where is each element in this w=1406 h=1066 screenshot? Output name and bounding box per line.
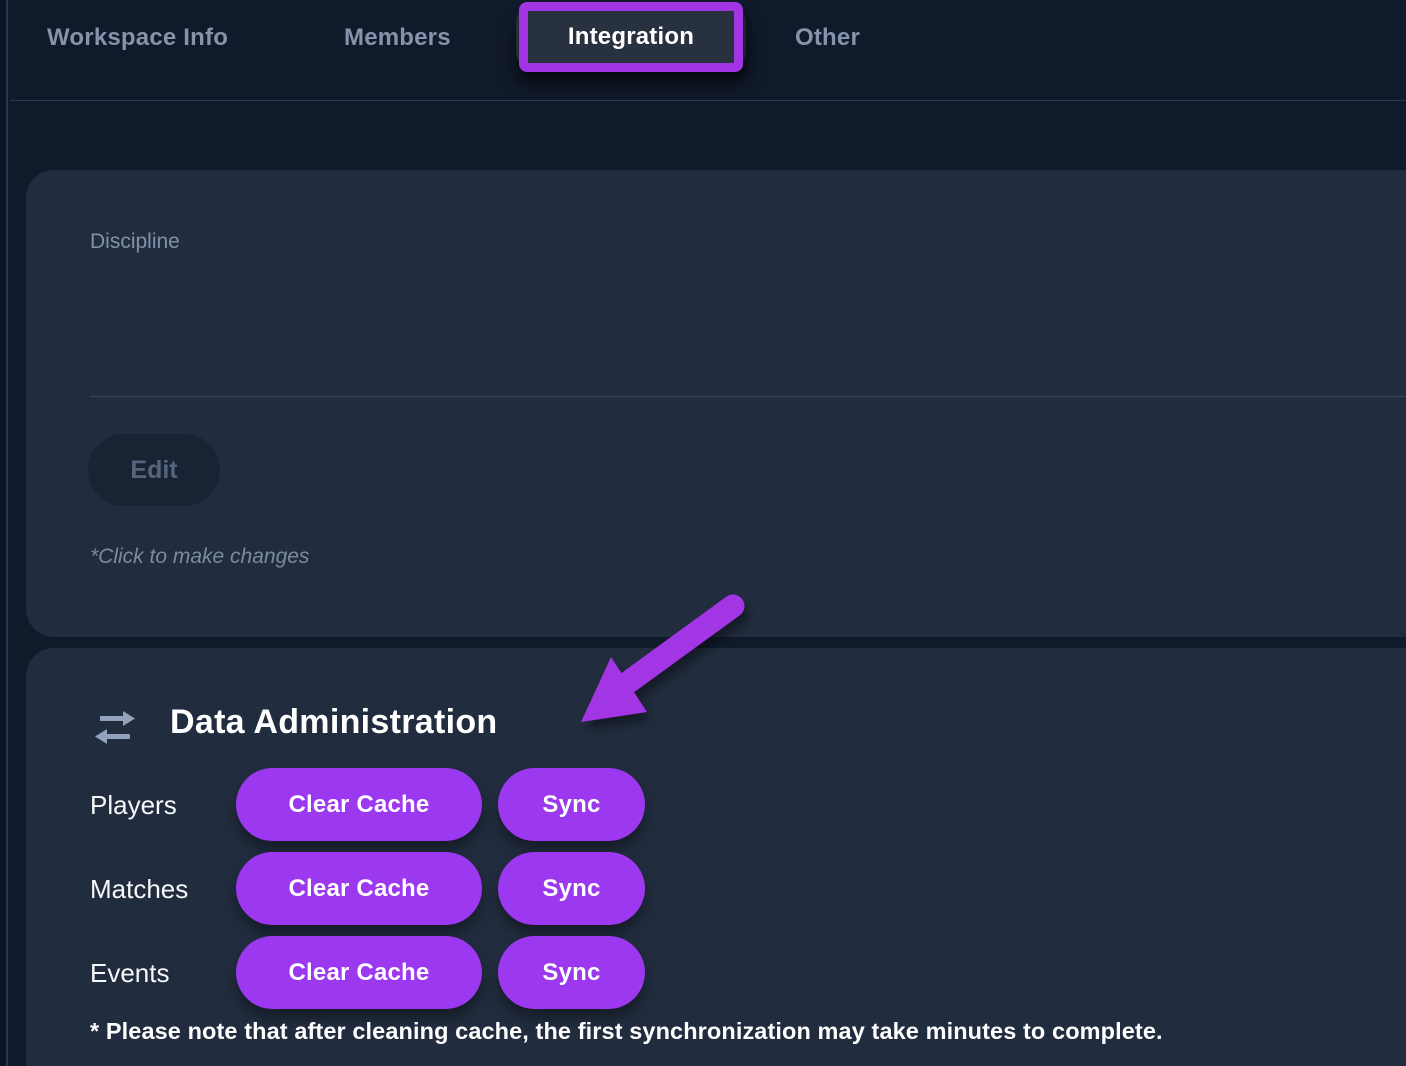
tab-integration[interactable]: Integration [516,6,746,68]
card-divider [90,396,1406,397]
events-sync-button[interactable]: Sync [498,936,645,1009]
players-sync-button[interactable]: Sync [498,768,645,841]
left-rail-divider [0,0,8,1066]
discipline-label: Discipline [90,230,180,254]
settings-tabbar: Workspace Info Members Integration Other [10,0,1406,101]
section-title: Data Administration [170,703,497,742]
edit-button[interactable]: Edit [88,434,220,506]
row-label-events: Events [90,958,240,989]
players-clear-cache-button[interactable]: Clear Cache [236,768,482,841]
transfer-arrows-icon [93,709,137,746]
row-label-matches: Matches [90,874,240,905]
tab-workspace-info[interactable]: Workspace Info [47,24,228,52]
discipline-card: Discipline Edit *Click to make changes [26,170,1406,637]
data-administration-header: Data Administration [26,648,1406,758]
tab-members[interactable]: Members [344,24,451,52]
matches-sync-button[interactable]: Sync [498,852,645,925]
row-label-players: Players [90,790,240,821]
data-administration-card: Data Administration Players Clear Cache … [26,648,1406,1066]
tab-other[interactable]: Other [795,24,860,52]
edit-hint-text: *Click to make changes [90,545,309,569]
events-clear-cache-button[interactable]: Clear Cache [236,936,482,1009]
matches-clear-cache-button[interactable]: Clear Cache [236,852,482,925]
cache-note-text: * Please note that after cleaning cache,… [90,1018,1406,1045]
